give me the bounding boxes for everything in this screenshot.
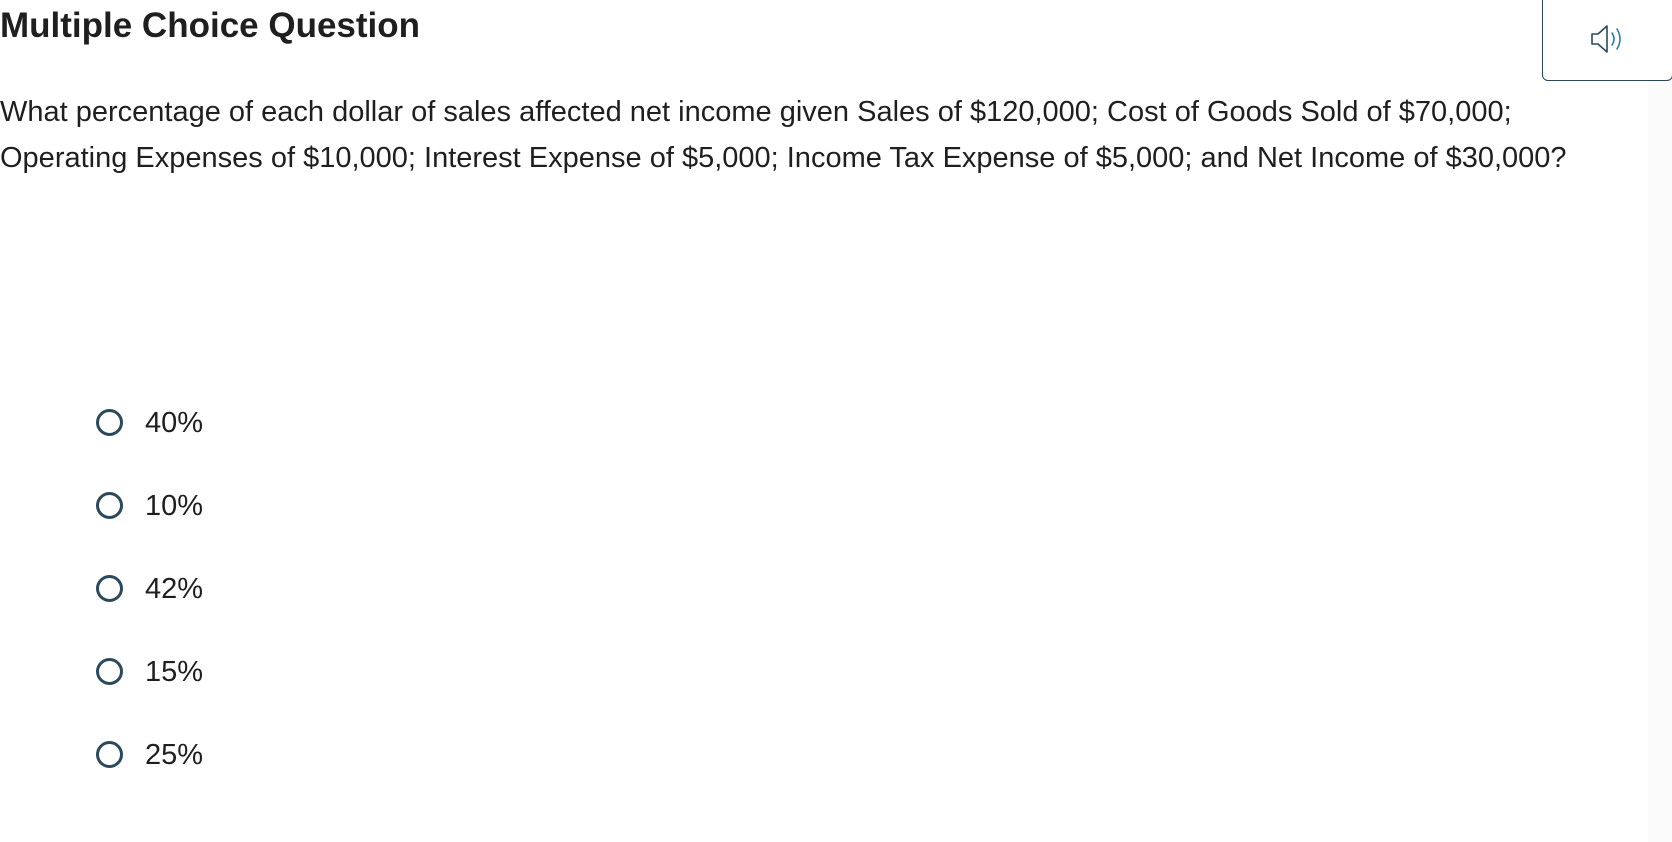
read-aloud-button[interactable] (1542, 0, 1672, 81)
radio-button[interactable] (96, 575, 123, 602)
answer-options: 40% 10% 42% 15% 25% (96, 381, 203, 796)
answer-option[interactable]: 40% (96, 381, 203, 464)
answer-option[interactable]: 42% (96, 547, 203, 630)
answer-option[interactable]: 15% (96, 630, 203, 713)
option-label: 40% (145, 406, 204, 439)
answer-option[interactable]: 10% (96, 464, 203, 547)
option-label: 25% (145, 738, 204, 771)
option-label: 10% (145, 489, 204, 522)
answer-option[interactable]: 25% (96, 713, 203, 796)
option-label: 15% (145, 655, 204, 688)
radio-button[interactable] (96, 741, 123, 768)
right-edge-strip (1648, 0, 1672, 842)
radio-button[interactable] (96, 658, 123, 685)
radio-button[interactable] (96, 409, 123, 436)
option-label: 42% (145, 572, 204, 605)
question-text: What percentage of each dollar of sales … (0, 96, 1567, 174)
page-title: Multiple Choice Question (0, 6, 421, 45)
radio-button[interactable] (96, 492, 123, 519)
speaker-icon (1590, 23, 1626, 60)
